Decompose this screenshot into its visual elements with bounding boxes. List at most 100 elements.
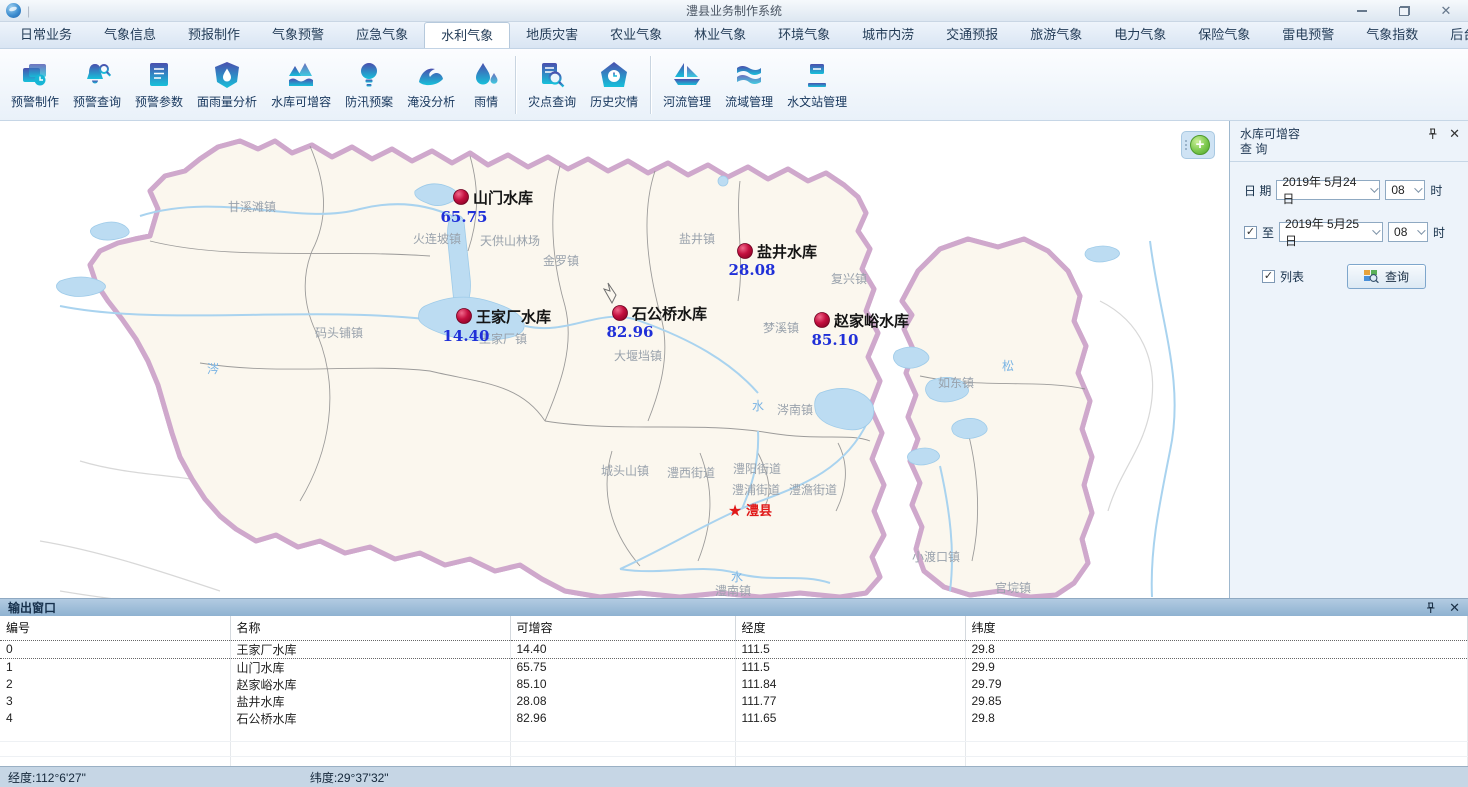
to-checkbox[interactable]: ✓ [1244,226,1257,239]
menu-backend[interactable]: 后台管理 [1434,22,1468,48]
menu-agri-weather[interactable]: 农业气象 [594,22,678,48]
tool-label: 淹没分析 [407,93,455,110]
menu-weather-index[interactable]: 气象指数 [1350,22,1434,48]
minimize-icon [1357,10,1367,12]
menu-traffic[interactable]: 交通预报 [930,22,1014,48]
county-label: 澧县 [746,503,772,518]
output-close-icon[interactable]: ✕ [1449,603,1460,613]
menu-power[interactable]: 电力气象 [1098,22,1182,48]
hour-to-select[interactable]: 08 [1388,222,1428,242]
col-id[interactable]: 编号 [0,616,230,640]
tool-submerge-analysis[interactable]: 淹没分析 [400,56,462,114]
date-from-value: 2019年 5月24日 [1282,173,1365,207]
close-button[interactable]: ✕ [1438,4,1454,18]
tool-reservoir-capacity[interactable]: 水库可增容 [264,56,338,114]
svg-text:28.08: 28.08 [729,261,776,279]
toolbar-group-warning: 预警制作 预警查询 预警参数 面雨量分析 水库可增容 防汛预案 淹没分析 雨情 [4,49,510,120]
menu-urban-flood[interactable]: 城市内涝 [846,22,930,48]
col-capacity[interactable]: 可增容 [510,616,735,640]
table-row[interactable]: 0王家厂水库14.40111.529.8 [0,640,1468,658]
svg-text:澧阳街道: 澧阳街道 [733,462,781,476]
hour-from-select[interactable]: 08 [1385,180,1425,200]
tool-warning-compose[interactable]: 预警制作 [4,56,66,114]
query-button[interactable]: 查询 [1347,264,1426,289]
tool-label: 雨情 [474,93,498,110]
menu-emergency[interactable]: 应急气象 [340,22,424,48]
submerge-wave-icon [414,60,448,90]
table-row[interactable]: 1山门水库65.75111.529.9 [0,658,1468,676]
tool-area-rainfall[interactable]: 面雨量分析 [190,56,264,114]
svg-text:官垸镇: 官垸镇 [995,580,1031,595]
svg-text:澧西街道: 澧西街道 [667,466,715,480]
svg-text:涔南镇: 涔南镇 [777,402,813,417]
menu-insurance[interactable]: 保险气象 [1182,22,1266,48]
table-row[interactable]: 4石公桥水库82.96111.6529.8 [0,710,1468,727]
zoom-in-icon[interactable]: + [1190,135,1210,155]
menu-env-weather[interactable]: 环境气象 [762,22,846,48]
map-zoom-widget[interactable]: + [1181,131,1215,159]
warning-query-bell-icon [80,60,114,90]
table-header-row: 编号 名称 可增容 经度 纬度 [0,616,1468,640]
chevron-down-icon [1410,181,1424,199]
chevron-down-icon [1368,223,1382,241]
svg-text:码头铺镇: 码头铺镇 [315,326,363,340]
svg-text:82.96: 82.96 [607,323,654,341]
tool-disaster-point-query[interactable]: 灾点查询 [521,56,583,114]
warning-params-icon [142,60,176,90]
date-to-select[interactable]: 2019年 5月25日 [1279,222,1383,242]
title-bar: | 澧县业务制作系统 ✕ [0,0,1468,22]
tool-basin-management[interactable]: 流域管理 [718,56,780,114]
tool-warning-query[interactable]: 预警查询 [66,56,128,114]
output-header: 输出窗口 ✕ [0,599,1468,616]
col-name[interactable]: 名称 [230,616,510,640]
panel-close-icon[interactable]: ✕ [1449,129,1460,139]
svg-text:甘溪滩镇: 甘溪滩镇 [228,200,276,214]
menu-geo-disaster[interactable]: 地质灾害 [510,22,594,48]
chevron-down-icon [1413,223,1427,241]
tool-river-management[interactable]: 河流管理 [656,56,718,114]
menu-bar: 日常业务 气象信息 预报制作 气象预警 应急气象 水利气象 地质灾害 农业气象 … [0,22,1468,49]
menu-daily-business[interactable]: 日常业务 [4,22,88,48]
tool-rain-info[interactable]: 雨情 [462,56,510,114]
menu-forecast-make[interactable]: 预报制作 [172,22,256,48]
window-title: 澧县业务制作系统 [0,2,1468,19]
county-star-icon: ★ [728,503,742,520]
menu-lightning[interactable]: 雷电预警 [1266,22,1350,48]
area-rainfall-icon [210,60,244,90]
svg-text:金罗镇: 金罗镇 [543,253,579,268]
warning-compose-icon [18,60,52,90]
svg-text:14.40: 14.40 [443,327,490,345]
menu-weather-warning[interactable]: 气象预警 [256,22,340,48]
panel-header: 水库可增容 查 询 ✕ [1230,121,1468,162]
menu-hydro-weather[interactable]: 水利气象 [424,22,510,48]
tool-flood-plan[interactable]: 防汛预案 [338,56,400,114]
date-from-row: 日 期 2019年 5月24日 08 时 [1244,180,1458,200]
col-longitude[interactable]: 经度 [735,616,965,640]
tool-label: 预警制作 [11,93,59,110]
menu-tourism[interactable]: 旅游气象 [1014,22,1098,48]
table-row[interactable]: 3盐井水库28.08111.7729.85 [0,693,1468,710]
col-latitude[interactable]: 纬度 [965,616,1468,640]
tool-warning-params[interactable]: 预警参数 [128,56,190,114]
reservoir-capacity-icon [284,60,318,90]
tool-label: 面雨量分析 [197,93,257,110]
pin-icon[interactable] [1428,128,1437,140]
pin-icon[interactable] [1426,602,1435,614]
table-row[interactable]: 2赵家峪水库85.10111.8429.79 [0,676,1468,693]
restore-icon [1399,6,1410,16]
svg-text:复兴镇: 复兴镇 [831,272,867,286]
restore-button[interactable] [1396,4,1412,18]
svg-text:水: 水 [752,399,764,413]
tool-disaster-history[interactable]: 历史灾情 [583,56,645,114]
menu-weather-info[interactable]: 气象信息 [88,22,172,48]
svg-text:澧浦街道: 澧浦街道 [732,483,780,497]
tool-hydro-station-management[interactable]: 水文站管理 [780,56,854,114]
menu-forest-weather[interactable]: 林业气象 [678,22,762,48]
list-checkbox[interactable]: ✓ [1262,270,1275,283]
map-canvas[interactable]: 甘溪滩镇 火连坡镇 天供山林场 金罗镇 盐井镇 复兴镇 码头铺镇 王家厂镇 大堰… [0,121,1229,598]
svg-text:澧南镇: 澧南镇 [715,583,751,598]
panel-title: 水库可增容 [1240,127,1460,142]
date-from-select[interactable]: 2019年 5月24日 [1276,180,1380,200]
tool-label: 预警参数 [135,93,183,110]
minimize-button[interactable] [1354,4,1370,18]
